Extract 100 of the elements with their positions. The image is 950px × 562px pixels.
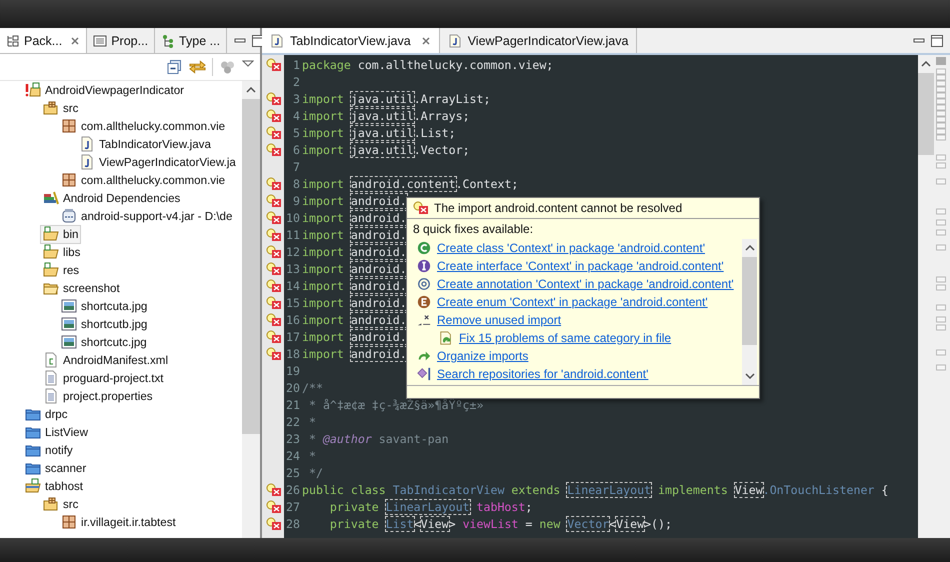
quick-fix-link[interactable]: Search repositories for 'android.content' <box>437 367 648 381</box>
image-icon <box>61 316 77 332</box>
tree-item[interactable]: notify <box>22 440 76 460</box>
editor-tab[interactable]: ViewPagerIndicatorView.java <box>440 28 638 53</box>
view-tab[interactable]: Type ... <box>155 28 228 53</box>
code-line: * å^‡æ¢æ ‡ç-¾æŽ§ä»¶åŸºç±» <box>308 398 484 412</box>
tree-item[interactable]: AndroidManifest.xml <box>40 350 172 370</box>
tree-item[interactable]: project.properties <box>40 386 156 406</box>
tree-item[interactable]: shortcuta.jpg <box>58 296 150 316</box>
scroll-thumb[interactable] <box>742 257 757 345</box>
tree-item[interactable]: shortcutb.jpg <box>58 314 150 334</box>
error-bulb-icon[interactable] <box>266 262 282 276</box>
line-number: 28 <box>285 516 301 530</box>
code-line: */ <box>308 466 323 480</box>
library-icon <box>43 190 59 206</box>
scroll-thumb[interactable] <box>918 73 934 155</box>
scroll-up-icon[interactable] <box>246 87 256 93</box>
error-bulb-icon[interactable] <box>266 296 282 310</box>
tree-item[interactable]: android-support-v4.jar - D:\de <box>58 206 236 226</box>
package-icon <box>61 118 77 134</box>
error-bulb-icon[interactable] <box>266 516 282 530</box>
scroll-thumb[interactable] <box>242 99 260 434</box>
error-bulb-icon[interactable] <box>266 108 282 122</box>
tree-item[interactable]: drpc <box>22 404 71 424</box>
error-bulb-icon <box>413 201 429 215</box>
tree-item[interactable]: proguard-project.txt <box>40 368 167 388</box>
view-menu-icon[interactable] <box>242 60 254 68</box>
quick-fix-link[interactable]: Remove unused import <box>437 313 562 327</box>
tree-item[interactable]: scanner <box>22 458 90 478</box>
error-bulb-icon[interactable] <box>266 312 282 326</box>
tree-item[interactable]: Android Dependencies <box>40 188 184 208</box>
tree-item[interactable]: AndroidViewpagerIndicator <box>22 81 188 100</box>
error-bulb-icon[interactable] <box>266 330 282 344</box>
error-bulb-icon[interactable] <box>266 142 282 156</box>
error-bulb-icon[interactable] <box>266 92 282 106</box>
error-bulb-icon[interactable] <box>266 346 282 360</box>
line-number: 18 <box>285 346 301 360</box>
scrollbar[interactable] <box>918 55 934 538</box>
error-bulb-icon[interactable] <box>266 58 282 72</box>
line-number: 4 <box>292 108 301 122</box>
tree-item[interactable]: com.allthelucky.common.vie <box>58 116 228 136</box>
close-icon[interactable] <box>420 36 431 46</box>
code-line: import android. <box>302 244 407 258</box>
scroll-up-icon[interactable] <box>921 61 931 67</box>
link-arrows-icon[interactable] <box>189 59 206 75</box>
xml-icon <box>43 352 59 368</box>
organize-icon <box>417 349 431 363</box>
tree-item[interactable]: ListView <box>22 422 91 442</box>
tree-item[interactable]: screenshot <box>40 278 123 298</box>
quick-fix-count: 8 quick fixes available: <box>412 221 534 238</box>
tree-item[interactable]: tabhost <box>22 476 86 496</box>
tree-item[interactable]: src <box>40 98 82 118</box>
error-bulb-icon[interactable] <box>266 210 282 224</box>
view-tab[interactable]: Pack... <box>0 28 88 53</box>
line-number: 5 <box>292 126 301 140</box>
quick-fix-link[interactable]: Create class 'Context' in package 'android.content' <box>437 241 705 255</box>
src-folder-icon <box>43 496 59 512</box>
error-bulb-icon[interactable] <box>266 194 282 208</box>
editor-tab[interactable]: TabIndicatorView.java <box>262 28 440 53</box>
dots-icon[interactable] <box>219 59 236 75</box>
error-bulb-icon[interactable] <box>266 176 282 190</box>
quick-fix-link[interactable]: Create interface 'Context' in package 'android.content' <box>437 259 724 273</box>
error-bulb-icon[interactable] <box>266 500 282 514</box>
tree-item[interactable]: ViewPagerIndicatorView.ja <box>76 152 239 172</box>
tree-item[interactable]: res <box>40 260 82 280</box>
java-icon <box>79 154 95 170</box>
project-icon <box>25 478 41 494</box>
tree-item[interactable]: com.allthelucky.common.vie <box>58 170 228 190</box>
scroll-up-icon[interactable] <box>744 245 754 251</box>
error-bulb-icon[interactable] <box>266 278 282 292</box>
error-bulb-icon[interactable] <box>266 126 282 140</box>
tree-item[interactable]: TabIndicatorView.java <box>76 134 214 154</box>
problem-message: The import android.content cannot be resolved <box>434 201 682 215</box>
error-bulb-icon[interactable] <box>266 228 282 242</box>
interface-icon <box>417 259 431 273</box>
code-line: import java.util.Vector; <box>302 142 470 156</box>
quick-fix-link[interactable]: Fix 15 problems of same category in file <box>459 331 672 345</box>
line-number: 24 <box>285 448 301 462</box>
scroll-down-icon[interactable] <box>744 373 754 379</box>
collapse-all-icon[interactable] <box>166 59 183 75</box>
tree-item[interactable]: libs <box>40 242 84 262</box>
code-line: import android. <box>302 330 407 344</box>
code-line: import java.util.List; <box>302 126 456 140</box>
hierarchy-icon <box>161 34 176 48</box>
maximize-icon[interactable] <box>930 34 944 48</box>
tree-item[interactable]: ir.villageit.ir.tabtest <box>58 512 179 532</box>
line-number: 26 <box>285 482 301 496</box>
quick-fix-link[interactable]: Organize imports <box>437 349 528 363</box>
src-folder-icon <box>43 100 59 116</box>
tree-item[interactable]: src <box>40 494 82 514</box>
view-tab[interactable]: Prop... <box>87 28 156 53</box>
quick-fix-link[interactable]: Create annotation 'Context' in package 'android.content' <box>437 277 734 291</box>
close-icon[interactable] <box>70 36 80 46</box>
tree-item[interactable]: bin <box>40 224 82 244</box>
scrollbar[interactable] <box>742 239 757 385</box>
quick-fix-link[interactable]: Create enum 'Context' in package 'android.content' <box>437 295 708 309</box>
error-bulb-icon[interactable] <box>266 244 282 258</box>
tree-item[interactable]: shortcutc.jpg <box>58 332 150 352</box>
scrollbar[interactable] <box>242 81 260 538</box>
error-bulb-icon[interactable] <box>266 482 282 496</box>
